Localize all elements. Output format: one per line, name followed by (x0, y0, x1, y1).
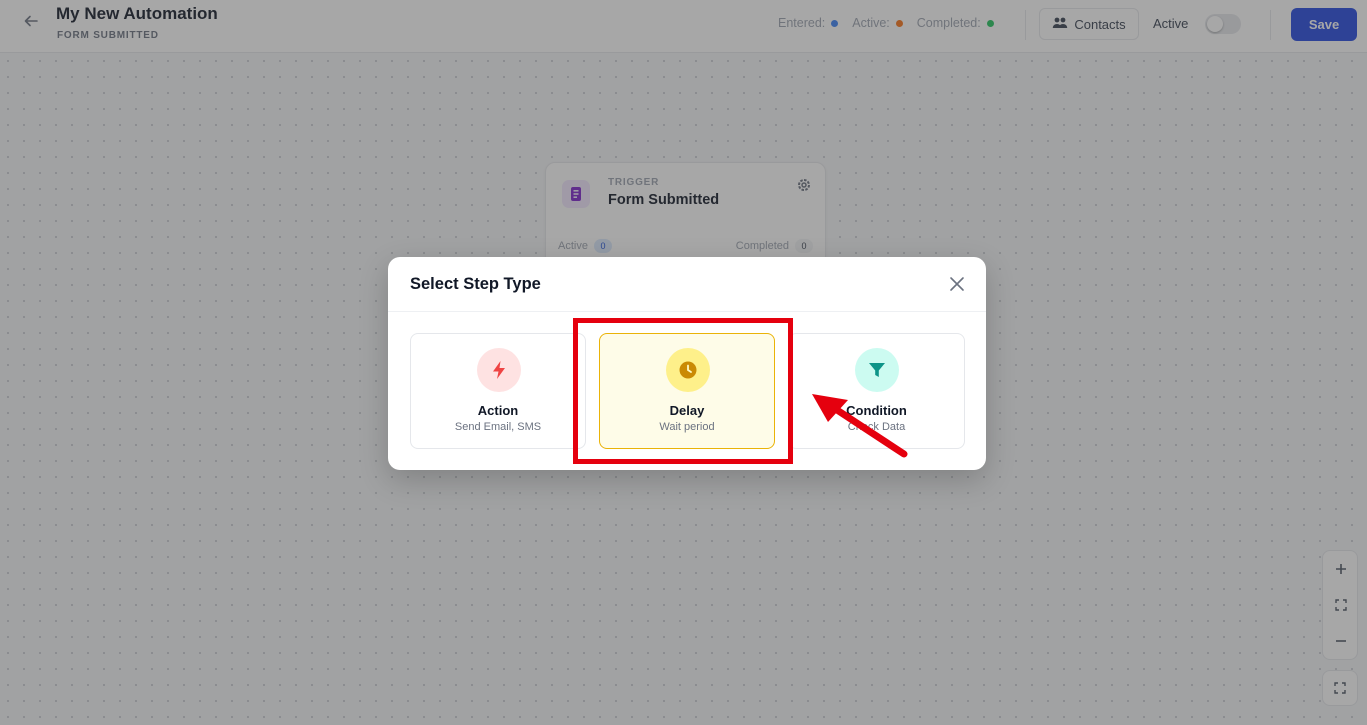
option-description: Send Email, SMS (454, 421, 542, 433)
option-label: Action (477, 403, 519, 418)
modal-title: Select Step Type (410, 275, 541, 293)
annotation-highlight-box (573, 318, 793, 464)
annotation-arrow-icon (806, 388, 910, 465)
bolt-icon (477, 348, 521, 392)
step-option-action[interactable]: Action Send Email, SMS (410, 333, 586, 449)
close-icon[interactable] (948, 275, 966, 293)
modal-header: Select Step Type (388, 257, 986, 312)
filter-icon (855, 348, 899, 392)
